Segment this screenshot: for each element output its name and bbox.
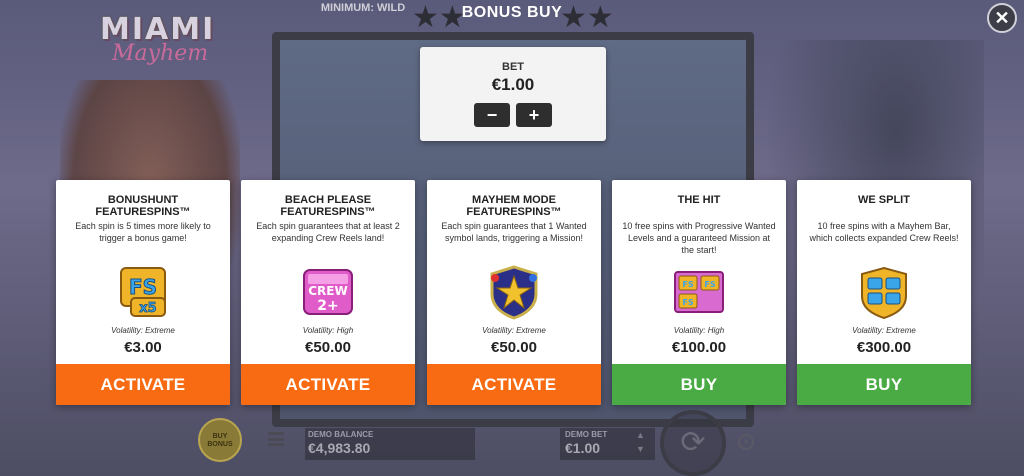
card-title: BONUSHUNT FEATURESPINS™ xyxy=(95,194,191,218)
svg-text:FS: FS xyxy=(682,280,693,289)
bet-stepper-icon[interactable]: ▲ ▼ xyxy=(636,428,645,456)
card-title: BEACH PLEASE FEATURESPINS™ xyxy=(280,194,376,218)
bet-controls: − + xyxy=(420,103,606,127)
fs-tickets-badge-icon: FS FS FS xyxy=(674,271,724,313)
autoplay-icon[interactable]: ● xyxy=(738,434,754,450)
bonus-buy-title: BONUS BUY xyxy=(461,4,563,21)
fs-shield-badge-icon xyxy=(861,266,907,320)
card-description: 10 free spins with a Mayhem Bar, which c… xyxy=(809,221,959,243)
buy-button[interactable]: BUY xyxy=(797,364,971,405)
demo-balance-label: DEMO BALANCE xyxy=(308,430,374,439)
svg-text:FS: FS xyxy=(129,275,157,299)
card-price: €100.00 xyxy=(671,339,727,356)
star-shield-badge-icon xyxy=(490,265,538,320)
bonus-card-mayhem-mode: MAYHEM MODE FEATURESPINS™ Each spin guar… xyxy=(427,180,601,405)
buy-bonus-button[interactable]: BUY BONUS xyxy=(198,418,242,462)
card-volatility: Volatility: Extreme xyxy=(111,326,175,335)
bonus-card-the-hit: THE HIT 10 free spins with Progressive W… xyxy=(612,180,786,405)
card-title: WE SPLIT xyxy=(858,194,910,206)
bet-panel: BET €1.00 − + xyxy=(420,47,606,141)
card-volatility: Volatility: Extreme xyxy=(852,326,916,335)
demo-balance: DEMO BALANCE €4,983.80 xyxy=(305,428,475,460)
card-price: €50.00 xyxy=(491,339,537,356)
card-description: Each spin is 5 times more likely to trig… xyxy=(75,221,211,243)
card-volatility: Volatility: Extreme xyxy=(482,326,546,335)
card-title: THE HIT xyxy=(677,194,721,206)
bet-value: €1.00 xyxy=(491,75,535,94)
activate-button[interactable]: ACTIVATE xyxy=(427,364,601,405)
bonus-card-bonushunt: BONUSHUNT FEATURESPINS™ Each spin is 5 t… xyxy=(56,180,230,405)
card-price: €50.00 xyxy=(305,339,351,356)
svg-text:FS: FS xyxy=(704,280,715,289)
spin-button[interactable]: ⟳ xyxy=(660,410,726,476)
bonus-card-beach-please: BEACH PLEASE FEATURESPINS™ Each spin gua… xyxy=(241,180,415,405)
bet-decrease-button[interactable]: − xyxy=(474,103,510,127)
card-title: MAYHEM MODE FEATURESPINS™ xyxy=(466,194,562,218)
svg-text:FS: FS xyxy=(682,298,693,307)
svg-text:x5: x5 xyxy=(139,301,156,316)
card-volatility: Volatility: High xyxy=(302,326,354,335)
card-price: €3.00 xyxy=(124,339,162,356)
logo-mayhem-text: Mayhem xyxy=(112,41,209,66)
buy-button[interactable]: BUY xyxy=(612,364,786,405)
bet-increase-button[interactable]: + xyxy=(516,103,552,127)
svg-text:CREW: CREW xyxy=(308,284,347,298)
demo-balance-value: €4,983.80 xyxy=(308,440,371,456)
activate-button[interactable]: ACTIVATE xyxy=(241,364,415,405)
menu-icon[interactable] xyxy=(268,432,284,446)
card-description: Each spin guarantees that at least 2 exp… xyxy=(256,221,400,243)
close-button[interactable]: ✕ xyxy=(987,3,1017,33)
fs-x5-badge-icon: FS x5 xyxy=(120,267,166,317)
card-price: €300.00 xyxy=(856,339,912,356)
card-volatility: Volatility: High xyxy=(673,326,725,335)
card-description: 10 free spins with Progressive Wanted Le… xyxy=(622,221,776,255)
crew-2-plus-badge-icon: CREW 2+ xyxy=(303,269,353,315)
card-description: Each spin guarantees that 1 Wanted symbo… xyxy=(441,221,587,243)
activate-button[interactable]: ACTIVATE xyxy=(56,364,230,405)
svg-text:2+: 2+ xyxy=(317,298,338,314)
bonus-card-we-split: WE SPLIT 10 free spins with a Mayhem Bar… xyxy=(797,180,971,405)
bet-label: BET xyxy=(502,61,524,73)
